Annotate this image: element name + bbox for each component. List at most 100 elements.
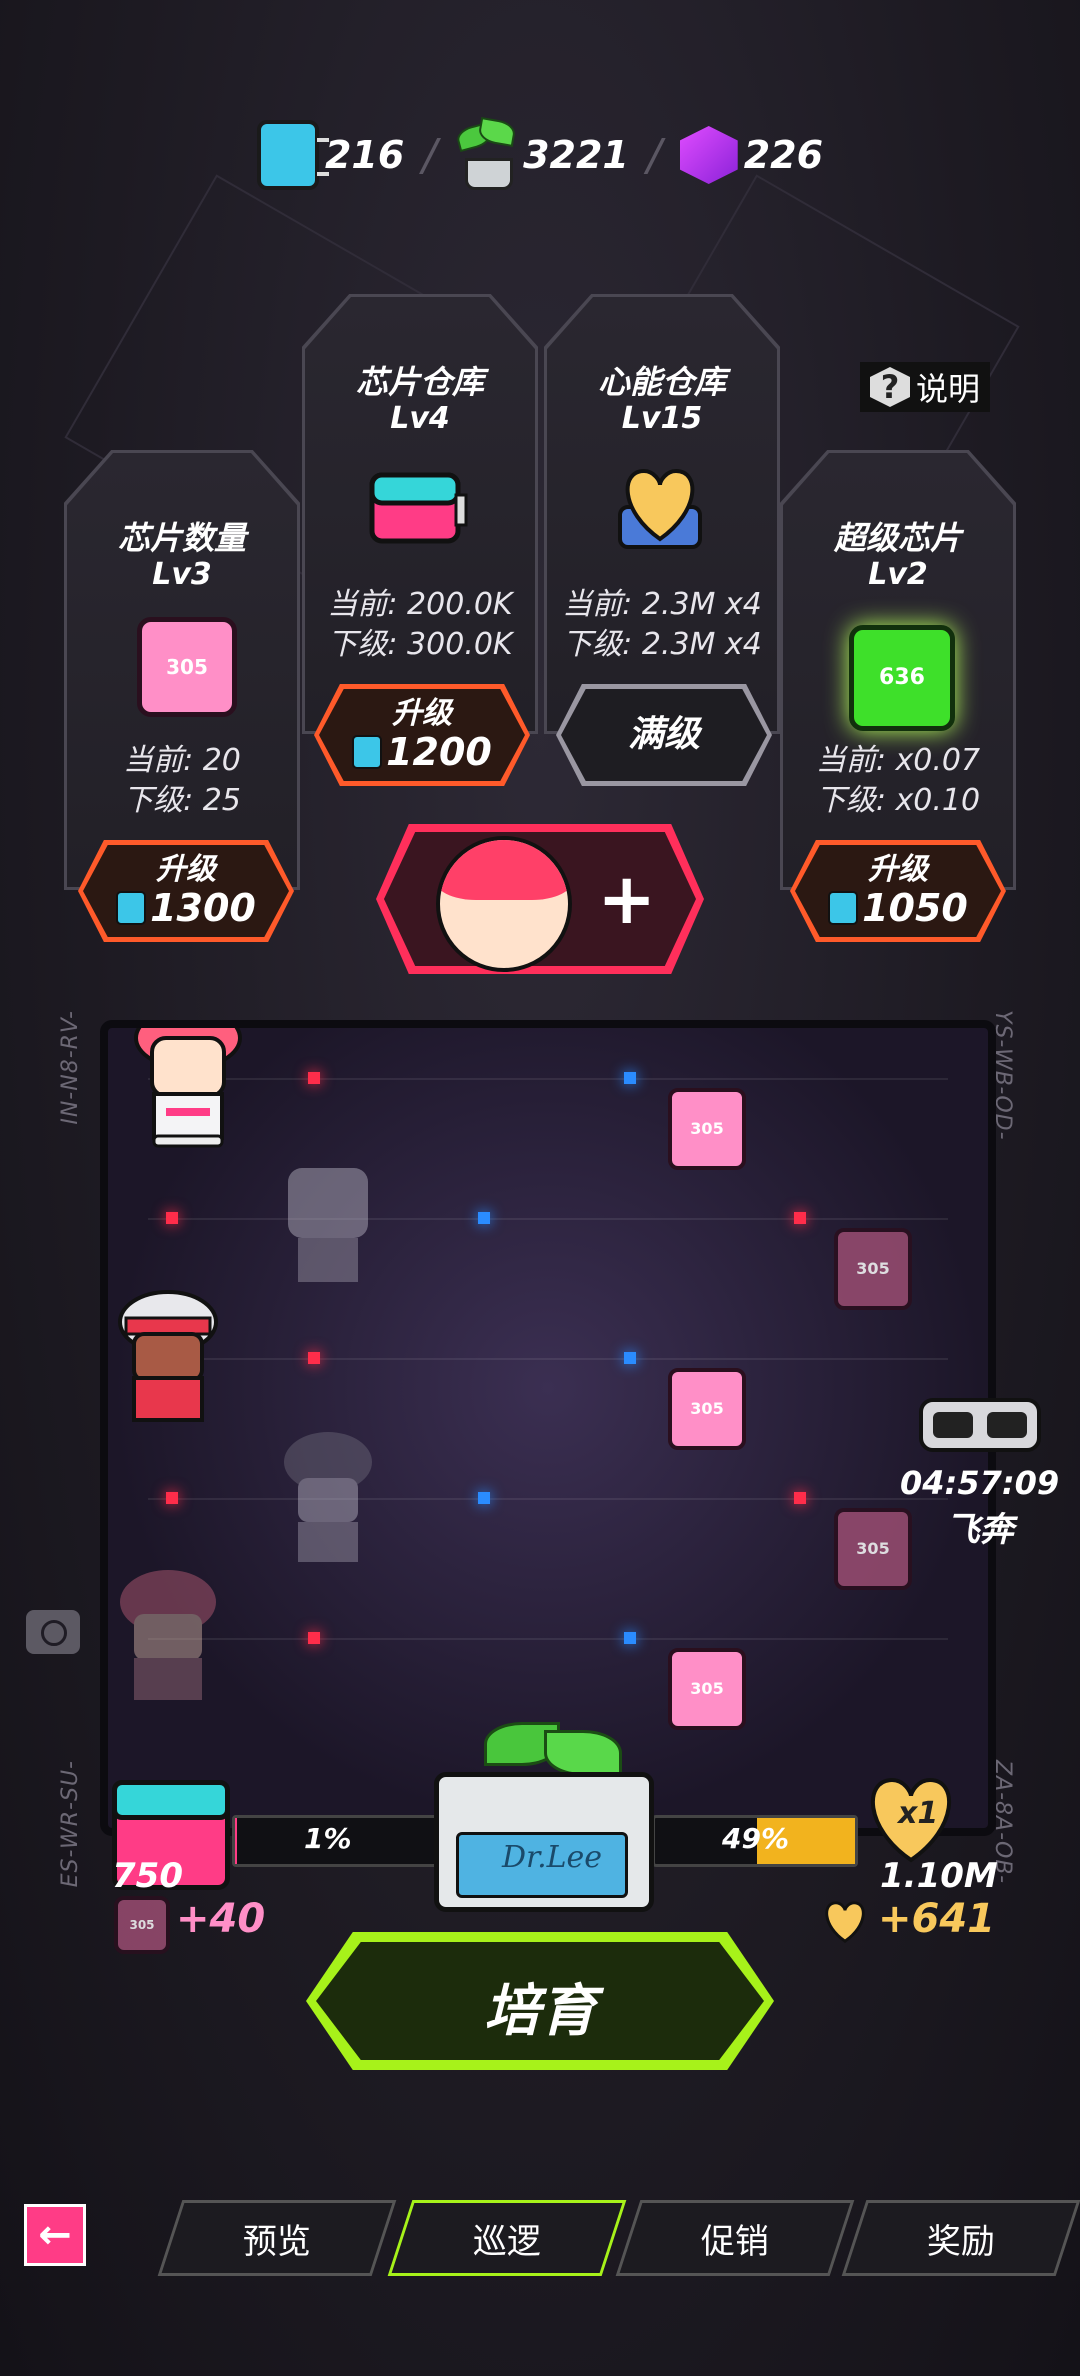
help-button[interactable]: ? 说明 (860, 362, 991, 412)
chip-icon (828, 891, 859, 925)
help-label: 说明 (916, 370, 981, 408)
tab-preview[interactable]: 预览 (157, 2200, 397, 2276)
chip-icon: 305 (114, 1896, 170, 1954)
upgrade-super-chip-button[interactable]: 升级 1050 (795, 845, 1001, 937)
panel-title: 芯片数量 (117, 519, 246, 557)
tab-label: 巡逻 (473, 2221, 541, 2262)
heart-progress-label: 49% (722, 1822, 790, 1855)
heart-storage-icon: x1 (856, 1770, 966, 1870)
arena-chip[interactable]: 305 (668, 1368, 746, 1450)
add-character-button[interactable]: + (376, 824, 704, 974)
dash-timer[interactable]: 04:57:09 飞奔 (900, 1390, 1059, 1551)
chip-progress-label: 1% (304, 1822, 352, 1855)
character-ghost (108, 1558, 228, 1718)
button-cost: 1200 (352, 731, 492, 773)
warehouse-box-icon (368, 465, 468, 549)
character-ghost (268, 1138, 388, 1298)
upgrade-chip-warehouse-button[interactable]: 升级 1200 (319, 689, 525, 781)
lane-light (166, 1212, 178, 1224)
panel-chip-count: 芯片数量 Lv3 305 当前: 20 下级: 25 (67, 453, 297, 887)
separator: / (646, 129, 662, 181)
arrow-left-icon: ← (38, 2212, 72, 2258)
panel-level: Lv15 (621, 401, 703, 436)
button-cost: 1300 (116, 887, 256, 929)
lane (148, 1638, 948, 1640)
lane-light (166, 1492, 178, 1504)
character-avatar (436, 836, 572, 972)
question-icon: ? (870, 367, 910, 407)
chip-icon (352, 735, 383, 769)
lane-light (624, 1352, 636, 1364)
back-button[interactable]: ← (24, 2204, 86, 2266)
tab-patrol[interactable]: 巡逻 (387, 2200, 627, 2276)
pink-chip-icon: 305 (137, 617, 237, 717)
lane (148, 1078, 948, 1080)
tab-rewards[interactable]: 奖励 (841, 2200, 1080, 2276)
arena-chip[interactable]: 305 (834, 1228, 912, 1310)
arena-chip[interactable]: 305 (668, 1088, 746, 1170)
panel-title: 心能仓库 (597, 363, 726, 401)
plus-icon: + (597, 858, 656, 940)
max-level-button[interactable]: 满级 (561, 689, 767, 781)
button-label: 升级 (156, 852, 216, 887)
cube-icon (679, 126, 738, 184)
panel-next: 下级: 25 (123, 783, 241, 818)
button-label: 升级 (868, 852, 928, 887)
chip-currency: 216 (256, 120, 405, 190)
panel-super-chip: 超级芯片 Lv2 636 当前: x0.07 下级: x0.10 (783, 453, 1013, 887)
panel-current: 当前: 2.3M x4 (562, 587, 762, 622)
cost-value: 1050 (862, 886, 968, 930)
arena-chip[interactable]: 305 (668, 1648, 746, 1730)
chip-gain: +40 (176, 1896, 266, 1942)
progress-fill (235, 1818, 237, 1864)
panel-heart-warehouse: 心能仓库 Lv15 当前: 2.3M x4 下级: 2.3M x4 (547, 297, 777, 731)
chip-icon (256, 120, 329, 190)
lane-light (794, 1492, 806, 1504)
button-cost: 1050 (828, 887, 968, 929)
lane-light (478, 1212, 490, 1224)
machine-label: Dr.Lee (502, 1840, 603, 1875)
heart-stock-value: 1.10M (880, 1856, 998, 1896)
side-code: IN-N8-RV- (58, 1010, 83, 1125)
multiplier-value: x1 (898, 1796, 939, 1831)
bottom-tabs: 预览 巡逻 促销 奖励 (150, 2200, 1080, 2276)
cube-currency: 226 (679, 126, 824, 184)
tab-label: 预览 (243, 2221, 311, 2262)
breeding-machine[interactable]: Dr.Lee (434, 1722, 654, 1912)
heart-icon (610, 461, 710, 549)
upgrade-chip-count-button[interactable]: 升级 1300 (83, 845, 289, 937)
currency-bar: 216 / 3221 / 226 (0, 110, 1080, 200)
lane-light (308, 1072, 320, 1084)
breed-button[interactable]: 培育 (306, 1932, 774, 2070)
chip-count: 216 (324, 133, 405, 177)
tab-promotion[interactable]: 促销 (615, 2200, 855, 2276)
lane-light (308, 1352, 320, 1364)
panel-level: Lv3 (152, 557, 212, 592)
character-pink-hat[interactable] (128, 1028, 248, 1158)
panel-current: 当前: 20 (123, 743, 241, 778)
sprout-count: 3221 (523, 133, 629, 177)
button-label: 升级 (392, 696, 452, 731)
button-label: 满级 (627, 714, 700, 755)
sprout-icon (454, 117, 517, 190)
heart-icon (818, 1898, 872, 1946)
lane-light (624, 1632, 636, 1644)
tab-label: 奖励 (927, 2221, 995, 2262)
timer-label: 飞奔 (945, 1510, 1014, 1550)
cube-count: 226 (743, 133, 824, 177)
separator: / (422, 129, 438, 181)
character-bandana[interactable] (108, 1278, 228, 1438)
camera-icon[interactable] (26, 1610, 80, 1654)
panel-next: 下级: x0.10 (815, 783, 981, 818)
panel-chip-warehouse: 芯片仓库 Lv4 当前: 200.0K 下级: 300.0K (305, 297, 535, 731)
panel-next: 下级: 2.3M x4 (562, 627, 762, 662)
lane-light (624, 1072, 636, 1084)
panel-next: 下级: 300.0K (327, 627, 513, 662)
lane (148, 1358, 948, 1360)
panel-level: Lv2 (868, 557, 928, 592)
chip-icon (116, 891, 147, 925)
panel-current: 当前: x0.07 (815, 743, 981, 778)
breed-label: 培育 (484, 1979, 596, 2044)
lane-light (308, 1632, 320, 1644)
sprout-currency: 3221 (454, 117, 629, 190)
